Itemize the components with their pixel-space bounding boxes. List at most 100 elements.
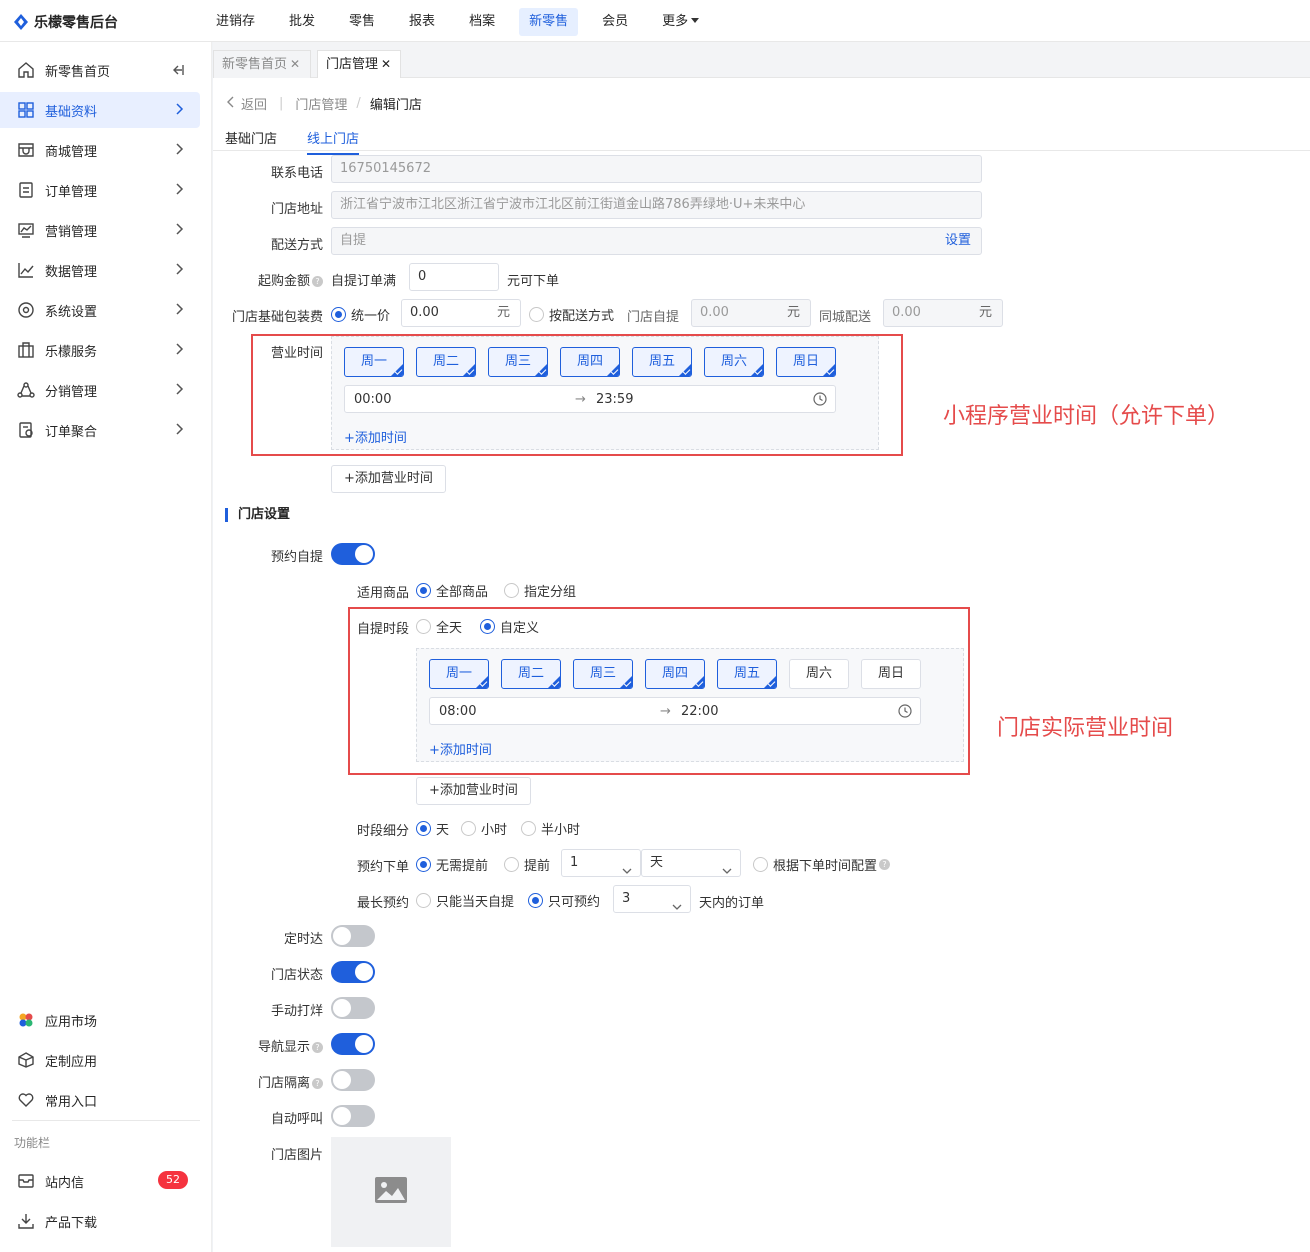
timed-delivery-label: 定时达: [283, 932, 323, 947]
radio-dot: [416, 857, 431, 872]
radio-reserve-within[interactable]: 只可预约: [528, 891, 600, 910]
auto-call-toggle[interactable]: [331, 1105, 375, 1127]
nav-display-toggle[interactable]: [331, 1033, 375, 1055]
highlight-box: [348, 607, 970, 775]
aggregate-icon: [16, 420, 36, 440]
breadcrumb-parent[interactable]: 门店管理: [295, 94, 347, 113]
radio-all-goods[interactable]: 全部商品: [416, 581, 488, 600]
sidebar-item-download[interactable]: 产品下载: [0, 1203, 200, 1239]
close-icon[interactable]: ✕: [381, 57, 391, 71]
radio-same-day-only[interactable]: 只能当天自提: [416, 891, 514, 910]
collapse-icon[interactable]: [170, 63, 184, 81]
phone-label: 联系电话: [270, 166, 323, 181]
sidebar-item-settings[interactable]: 系统设置: [0, 292, 200, 328]
goods-label: 适用商品: [356, 586, 409, 601]
breadcrumb-divider: |: [279, 96, 284, 111]
sidebar-item-marketing[interactable]: 营销管理: [0, 212, 200, 248]
radio-hour[interactable]: 小时: [461, 819, 507, 838]
advance-number-select[interactable]: 1: [561, 849, 641, 877]
chevron-right-icon: [174, 143, 184, 159]
max-days-select[interactable]: 3: [613, 885, 691, 913]
sidebar-item-basic-data[interactable]: 基础资料: [0, 92, 200, 128]
store-status-toggle[interactable]: [331, 961, 375, 983]
chevron-down-icon: [622, 859, 632, 885]
sidebar-item-app-market[interactable]: 应用市场: [0, 1002, 200, 1038]
sidebar-item-label: 订单聚合: [45, 424, 98, 440]
granularity-label: 时段细分: [356, 824, 409, 839]
back-link[interactable]: 返回: [241, 94, 267, 113]
marketing-icon: [16, 220, 36, 240]
nav-retail[interactable]: 零售: [339, 8, 385, 36]
reserve-pickup-toggle[interactable]: [331, 543, 375, 565]
phone-field[interactable]: 16750145672: [331, 155, 982, 183]
sidebar-item-messages[interactable]: 站内信 52: [0, 1163, 200, 1199]
help-icon[interactable]: ?: [312, 1078, 323, 1089]
breadcrumb-sep: /: [356, 96, 361, 111]
radio-dot: [529, 307, 544, 322]
city-delivery-fee-input[interactable]: 0.00 元: [883, 299, 1003, 327]
radio-half-hour[interactable]: 半小时: [521, 819, 580, 838]
help-icon[interactable]: ?: [312, 276, 323, 287]
unit-yuan: 元: [978, 305, 992, 320]
divider: [213, 150, 1310, 151]
tab-new-retail-home[interactable]: 新零售首页 ✕: [213, 50, 311, 78]
radio-dot: [416, 583, 431, 598]
sidebar-item-orders[interactable]: 订单管理: [0, 172, 200, 208]
sidebar-item-new-retail-home[interactable]: 新零售首页: [0, 52, 200, 88]
download-icon: [16, 1211, 36, 1231]
radio-no-advance[interactable]: 无需提前: [416, 855, 488, 874]
radio-label: 天: [436, 823, 450, 838]
sidebar-item-order-aggregate[interactable]: 订单聚合: [0, 412, 200, 448]
nav-more[interactable]: 更多: [652, 8, 709, 36]
radio-by-delivery[interactable]: 按配送方式: [529, 305, 614, 324]
tab-store-management[interactable]: 门店管理 ✕: [317, 50, 401, 78]
radio-by-order-time[interactable]: 根据下单时间配置?: [753, 855, 891, 874]
radio-specified-group[interactable]: 指定分组: [504, 581, 576, 600]
sidebar-item-data[interactable]: 数据管理: [0, 252, 200, 288]
nav-archive[interactable]: 档案: [459, 8, 505, 36]
self-pickup-fee-input[interactable]: 0.00 元: [691, 299, 811, 327]
order-icon: [16, 180, 36, 200]
sidebar-item-label: 应用市场: [45, 1014, 98, 1030]
store-isolation-toggle[interactable]: [331, 1069, 375, 1091]
nav-reports[interactable]: 报表: [399, 8, 445, 36]
sidebar-item-distribution[interactable]: 分销管理: [0, 372, 200, 408]
help-icon[interactable]: ?: [879, 859, 891, 870]
help-icon[interactable]: ?: [312, 1042, 323, 1053]
add-business-time-button[interactable]: +添加营业时间: [331, 465, 446, 493]
breadcrumb-current: 编辑门店: [369, 98, 422, 113]
manual-close-toggle[interactable]: [331, 997, 375, 1019]
delivery-settings-link[interactable]: 设置: [945, 228, 971, 254]
radio-day[interactable]: 天: [416, 819, 449, 838]
radio-dot: [753, 857, 768, 872]
nav-inventory[interactable]: 进销存: [206, 8, 265, 36]
radio-unified-price[interactable]: 统一价: [331, 305, 390, 324]
min-amount-input[interactable]: 0: [409, 263, 499, 291]
divider: [12, 1120, 200, 1121]
address-field[interactable]: 浙江省宁波市江北区浙江省宁波市江北区前江街道金山路786弄绿地·U+未来中心: [331, 191, 982, 219]
unified-price-input[interactable]: 0.00 元: [401, 299, 521, 327]
min-amount-label: 起购金额?: [233, 270, 323, 289]
sidebar-item-mall[interactable]: 商城管理: [0, 132, 200, 168]
nav-wholesale[interactable]: 批发: [279, 8, 325, 36]
sidebar-item-service[interactable]: 乐檬服务: [0, 332, 200, 368]
back-icon[interactable]: [227, 96, 235, 112]
sidebar-item-label: 定制应用: [45, 1054, 98, 1070]
app-logo[interactable]: 乐檬零售后台: [14, 12, 118, 32]
nav-member[interactable]: 会员: [592, 8, 638, 36]
radio-advance[interactable]: 提前: [504, 855, 550, 874]
radio-label: 指定分组: [524, 585, 577, 600]
add-business-time-button[interactable]: +添加营业时间: [416, 777, 531, 805]
chevron-right-icon: [174, 383, 184, 399]
delivery-field[interactable]: 自提 设置: [331, 227, 982, 255]
advance-unit-select[interactable]: 天: [641, 849, 741, 877]
breadcrumb: 返回 | 门店管理 / 编辑门店: [227, 94, 422, 113]
timed-delivery-toggle[interactable]: [331, 925, 375, 947]
store-isolation-label: 门店隔离?: [233, 1072, 323, 1091]
close-icon[interactable]: ✕: [290, 57, 300, 71]
sidebar-item-custom-app[interactable]: 定制应用: [0, 1042, 200, 1078]
nav-new-retail[interactable]: 新零售: [519, 8, 579, 36]
sidebar-item-favorites[interactable]: 常用入口: [0, 1082, 200, 1118]
store-image-upload[interactable]: [331, 1137, 451, 1247]
radio-dot: [504, 857, 519, 872]
